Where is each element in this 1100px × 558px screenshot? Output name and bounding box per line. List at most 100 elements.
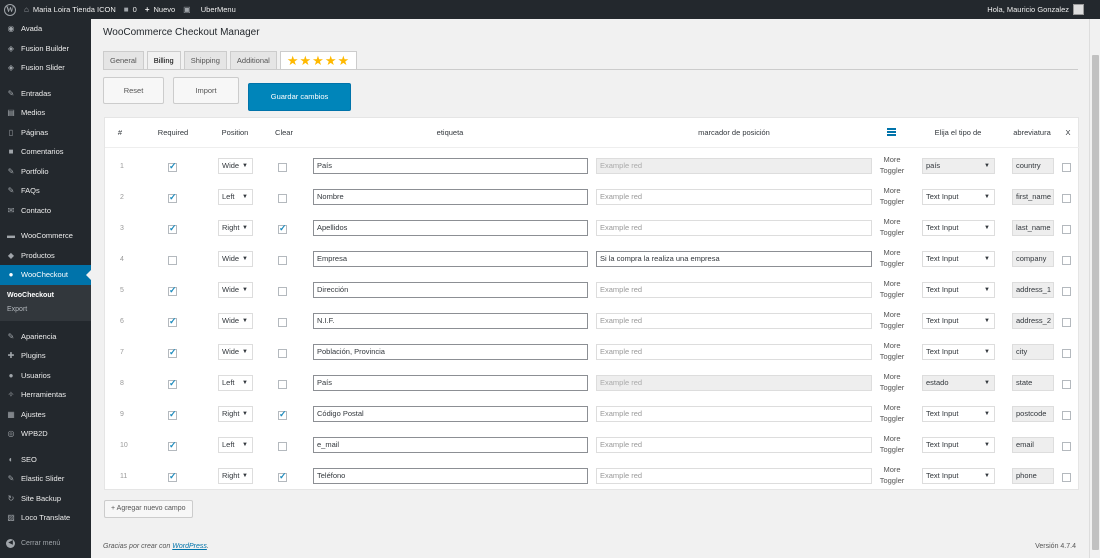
required-checkbox[interactable] xyxy=(168,256,177,265)
field-type-select[interactable]: Text Input ▼ xyxy=(922,313,995,329)
account-menu[interactable]: Hola, Mauricio Gonzalez xyxy=(987,0,1084,19)
abbreviation-field[interactable]: country xyxy=(1012,158,1054,174)
more-toggler-link[interactable]: More Toggler xyxy=(877,433,907,455)
delete-row-checkbox[interactable] xyxy=(1062,380,1071,389)
delete-row-checkbox[interactable] xyxy=(1062,194,1071,203)
delete-row-checkbox[interactable] xyxy=(1062,411,1071,420)
more-toggler-link[interactable]: More Toggler xyxy=(877,371,907,393)
abbreviation-field[interactable]: address_2 xyxy=(1012,313,1054,329)
sidebar-item-productos[interactable]: ◆ Productos xyxy=(0,246,91,266)
tab-additional[interactable]: Additional xyxy=(229,51,277,70)
sidebar-item-p-ginas[interactable]: ▯ Páginas xyxy=(0,123,91,143)
placeholder-input[interactable]: Example red xyxy=(596,189,872,205)
more-toggler-link[interactable]: More Toggler xyxy=(877,464,907,486)
required-checkbox[interactable] xyxy=(168,347,177,358)
abbreviation-field[interactable]: postcode xyxy=(1012,406,1054,422)
sidebar-item-entradas[interactable]: ✎ Entradas xyxy=(0,84,91,104)
delete-row-checkbox[interactable] xyxy=(1062,163,1071,172)
clear-checkbox[interactable] xyxy=(278,223,287,234)
tab-general[interactable]: General xyxy=(103,51,144,70)
delete-row-checkbox[interactable] xyxy=(1062,442,1071,451)
field-type-select[interactable]: Text Input ▼ xyxy=(922,282,995,298)
reset-button[interactable]: Reset xyxy=(103,77,164,104)
position-select[interactable]: Wide ▼ xyxy=(218,251,253,267)
scrollbar[interactable] xyxy=(1089,19,1100,558)
field-type-select[interactable]: Text Input ▼ xyxy=(922,406,995,422)
required-checkbox[interactable] xyxy=(168,409,177,420)
delete-row-checkbox[interactable] xyxy=(1062,287,1071,296)
sidebar-item-wpb2d[interactable]: ◎ WPB2D xyxy=(0,424,91,444)
placeholder-input[interactable]: Example red xyxy=(596,313,872,329)
tab-shipping[interactable]: Shipping xyxy=(183,51,227,70)
sidebar-item-fusion-slider[interactable]: ◈ Fusion Slider xyxy=(0,58,91,78)
collapse-menu-button[interactable]: ◀ Cerrar menú xyxy=(6,539,60,548)
placeholder-input[interactable]: Example red xyxy=(596,437,872,453)
sidebar-item-medios[interactable]: ▤ Medios xyxy=(0,103,91,123)
label-input[interactable]: e_mail xyxy=(313,437,588,453)
more-toggler-link[interactable]: More Toggler xyxy=(877,185,907,207)
sidebar-item-comentarios[interactable]: ■ Comentarios xyxy=(0,142,91,162)
add-field-button[interactable]: + Agregar nuevo campo xyxy=(104,500,193,518)
import-button[interactable]: Import xyxy=(173,77,239,104)
position-select[interactable]: Right ▼ xyxy=(218,220,253,236)
sidebar-item-avada[interactable]: ◉ Avada xyxy=(0,19,91,39)
field-type-select[interactable]: Text Input ▼ xyxy=(922,468,995,484)
clear-checkbox[interactable] xyxy=(278,287,287,296)
delete-row-checkbox[interactable] xyxy=(1062,318,1071,327)
delete-row-checkbox[interactable] xyxy=(1062,225,1071,234)
field-type-select[interactable]: Text Input ▼ xyxy=(922,220,995,236)
sidebar-item-herramientas[interactable]: ✧ Herramientas xyxy=(0,385,91,405)
placeholder-input[interactable]: Example red xyxy=(596,220,872,236)
required-checkbox[interactable] xyxy=(168,223,177,234)
more-toggler-link[interactable]: More Toggler xyxy=(877,216,907,238)
sidebar-item-woocheckout[interactable]: ● WooCheckout xyxy=(0,265,91,285)
required-checkbox[interactable] xyxy=(168,440,177,451)
abbreviation-field[interactable]: first_name xyxy=(1012,189,1054,205)
placeholder-input[interactable]: Example red xyxy=(596,158,872,174)
more-toggler-link[interactable]: More Toggler xyxy=(877,247,907,269)
abbreviation-field[interactable]: address_1 xyxy=(1012,282,1054,298)
sidebar-item-faqs[interactable]: ✎ FAQs xyxy=(0,181,91,201)
label-input[interactable]: País xyxy=(313,158,588,174)
placeholder-input[interactable]: Example red xyxy=(596,406,872,422)
sidebar-item-elastic-slider[interactable]: ✎ Elastic Slider xyxy=(0,469,91,489)
new-content-link[interactable]: + Nuevo xyxy=(145,5,175,14)
more-toggler-link[interactable]: More Toggler xyxy=(877,309,907,331)
sidebar-item-portfolio[interactable]: ✎ Portfolio xyxy=(0,162,91,182)
position-select[interactable]: Left ▼ xyxy=(218,437,253,453)
sidebar-item-plugins[interactable]: ✚ Plugins xyxy=(0,346,91,366)
scrollbar-thumb[interactable] xyxy=(1092,55,1099,550)
field-type-select[interactable]: país ▼ xyxy=(922,158,995,174)
delete-row-checkbox[interactable] xyxy=(1062,256,1071,265)
field-type-select[interactable]: Text Input ▼ xyxy=(922,344,995,360)
field-type-select[interactable]: Text Input ▼ xyxy=(922,251,995,267)
submenu-item-export[interactable]: Export xyxy=(0,303,91,317)
placeholder-input[interactable]: Example red xyxy=(596,344,872,360)
sidebar-item-woocommerce[interactable]: ▬ WooCommerce xyxy=(0,226,91,246)
clear-checkbox[interactable] xyxy=(278,442,287,451)
field-type-select[interactable]: Text Input ▼ xyxy=(922,189,995,205)
placeholder-input[interactable]: Si la compra la realiza una empresa xyxy=(596,251,872,267)
placeholder-input[interactable]: Example red xyxy=(596,468,872,484)
clear-checkbox[interactable] xyxy=(278,194,287,203)
site-name-link[interactable]: ⌂ Maria Loira Tienda ICON xyxy=(24,5,116,14)
abbreviation-field[interactable]: company xyxy=(1012,251,1054,267)
wordpress-link[interactable]: WordPress xyxy=(172,543,207,550)
position-select[interactable]: Right ▼ xyxy=(218,406,253,422)
label-input[interactable]: Teléfono xyxy=(313,468,588,484)
label-input[interactable]: Apellidos xyxy=(313,220,588,236)
sidebar-item-contacto[interactable]: ✉ Contacto xyxy=(0,201,91,221)
clear-checkbox[interactable] xyxy=(278,318,287,327)
tab-billing[interactable]: Billing xyxy=(146,51,181,70)
position-select[interactable]: Wide ▼ xyxy=(218,282,253,298)
more-toggler-link[interactable]: More Toggler xyxy=(877,340,907,362)
delete-row-checkbox[interactable] xyxy=(1062,349,1071,358)
position-select[interactable]: Wide ▼ xyxy=(218,344,253,360)
required-checkbox[interactable] xyxy=(168,471,177,482)
wordpress-logo-icon[interactable]: W xyxy=(4,3,16,16)
more-toggler-link[interactable]: More Toggler xyxy=(877,154,907,176)
position-select[interactable]: Wide ▼ xyxy=(218,313,253,329)
label-input[interactable]: Empresa xyxy=(313,251,588,267)
tab-rating-stars[interactable]: ★★★★★ xyxy=(279,51,358,70)
sidebar-item-fusion-builder[interactable]: ◈ Fusion Builder xyxy=(0,39,91,59)
